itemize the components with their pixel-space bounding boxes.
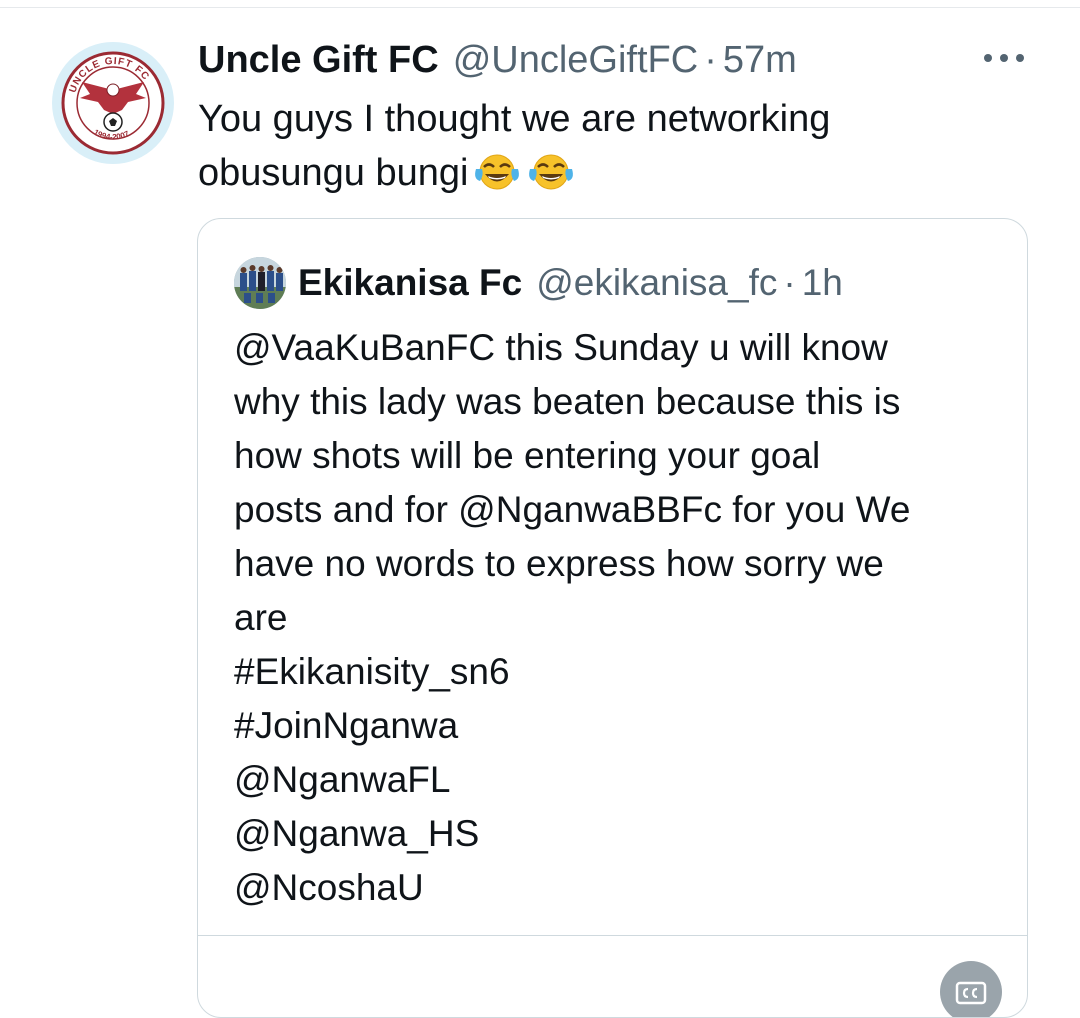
tweet[interactable]: UNCLE GIFT FC 1994-2007 Uncle Gift FC @U… [0, 0, 1080, 1018]
separator-dot: · [783, 262, 796, 303]
quoted-card-divider [198, 935, 1027, 936]
quoted-tweet-card[interactable]: Ekikanisa Fc @ekikanisa_fc · 1h @VaaKuBa… [197, 218, 1028, 1018]
top-divider [0, 0, 1080, 8]
quoted-text-line: posts and for @NganwaBBFc for you We [234, 489, 911, 530]
hashtag-link[interactable]: #Ekikanisity_sn6 [234, 645, 1004, 699]
quoted-text-line: @VaaKuBanFC this Sunday u will know [234, 327, 888, 368]
tweet-text: You guys I thought we are networking obu… [198, 92, 1018, 200]
quoted-tweet-text: @VaaKuBanFC this Sunday u will know why … [234, 321, 1004, 915]
more-options-icon[interactable] [984, 46, 1024, 70]
face-with-tears-of-joy-icon [526, 151, 576, 191]
quoted-text-line: how shots will be entering your goal [234, 435, 821, 476]
quoted-text-line: have no words to express how sorry we [234, 543, 884, 584]
quoted-text-line: are [234, 597, 288, 638]
display-name[interactable]: Uncle Gift FC [198, 36, 439, 84]
separator-dot: · [704, 39, 717, 81]
quoted-text-line: why this lady was beaten because this is [234, 381, 901, 422]
quoted-user-handle[interactable]: @ekikanisa_fc [536, 259, 777, 307]
uncle-gift-fc-avatar[interactable]: UNCLE GIFT FC 1994-2007 [52, 42, 174, 164]
user-handle[interactable]: @UncleGiftFC [453, 36, 699, 84]
team-photo-thumbnail [234, 257, 286, 309]
closed-captions-icon[interactable] [940, 961, 1002, 1017]
mention-link[interactable]: @NganwaFL [234, 753, 1004, 807]
mention-link[interactable]: @Nganwa_HS [234, 807, 1004, 861]
mention-link[interactable]: @NcoshaU [234, 861, 1004, 915]
ekikanisa-fc-avatar[interactable] [234, 257, 286, 309]
tweet-text-line: You guys I thought we are networking [198, 98, 831, 140]
tweet-text-line: obusungu bungi [198, 152, 469, 194]
timestamp[interactable]: 57m [723, 36, 797, 84]
tweet-header: Uncle Gift FC @UncleGiftFC · 57m [198, 36, 797, 84]
hashtag-link[interactable]: #JoinNganwa [234, 699, 1004, 753]
face-with-tears-of-joy-icon [472, 151, 522, 191]
quoted-display-name[interactable]: Ekikanisa Fc [298, 259, 522, 307]
club-crest-logo: UNCLE GIFT FC 1994-2007 [57, 47, 169, 159]
quoted-tweet-header: Ekikanisa Fc @ekikanisa_fc · 1h [298, 259, 843, 307]
quoted-timestamp[interactable]: 1h [802, 259, 843, 307]
